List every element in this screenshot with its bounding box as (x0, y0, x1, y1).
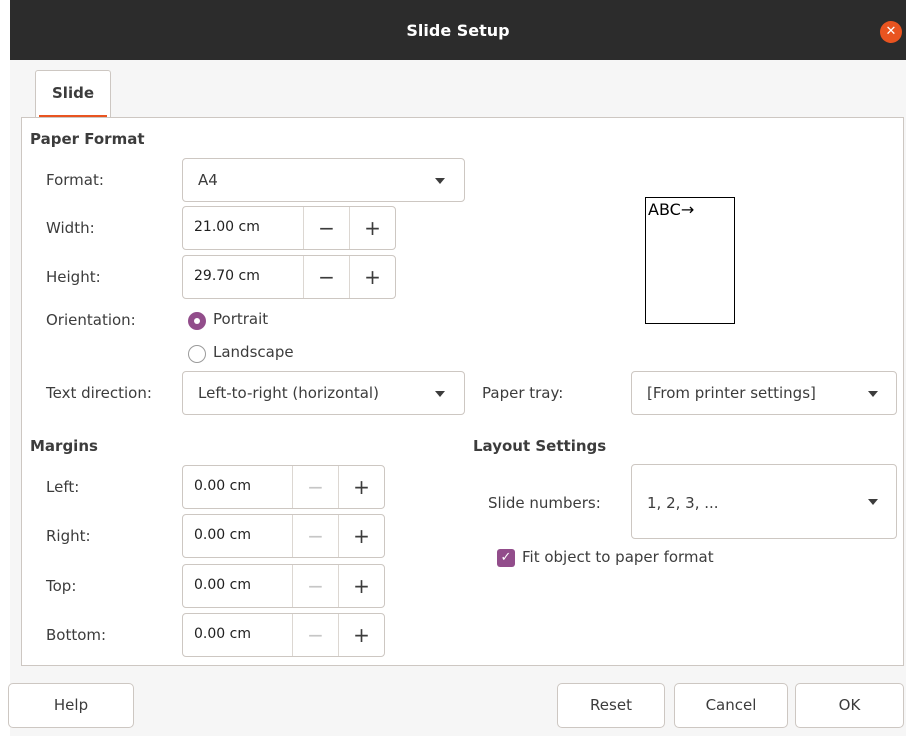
top-margin-decrease-button[interactable]: − (292, 565, 338, 607)
paper-format-heading: Paper Format (30, 130, 145, 148)
tab-slide[interactable]: Slide (35, 70, 111, 118)
portrait-label[interactable]: Portrait (213, 310, 268, 328)
top-margin-label: Top: (46, 577, 77, 595)
right-margin-value: 0.00 cm (194, 527, 251, 543)
fit-object-label[interactable]: Fit object to paper format (522, 548, 714, 566)
help-button[interactable]: Help (8, 683, 134, 728)
right-margin-label: Right: (46, 527, 91, 545)
bottom-margin-label: Bottom: (46, 626, 107, 644)
paper-tray-label: Paper tray: (482, 384, 564, 402)
slide-numbers-value: 1, 2, 3, ... (647, 494, 719, 512)
chevron-down-icon (435, 178, 445, 184)
height-value: 29.70 cm (194, 268, 260, 284)
bottom-margin-increase-button[interactable]: + (338, 614, 384, 656)
left-margin-decrease-button[interactable]: − (292, 466, 338, 508)
text-direction-value: Left-to-right (horizontal) (198, 384, 379, 402)
portrait-radio[interactable] (188, 312, 206, 330)
format-dropdown[interactable]: A4 (182, 158, 465, 202)
landscape-label[interactable]: Landscape (213, 343, 294, 361)
right-margin-decrease-button[interactable]: − (292, 515, 338, 557)
chevron-down-icon (868, 391, 878, 397)
preview-text: ABC→ (648, 200, 695, 219)
chevron-down-icon (868, 499, 878, 505)
bottom-margin-decrease-button[interactable]: − (292, 614, 338, 656)
left-margin-increase-button[interactable]: + (338, 466, 384, 508)
orientation-label: Orientation: (46, 311, 136, 329)
chevron-down-icon (435, 391, 445, 397)
layout-settings-heading: Layout Settings (473, 437, 607, 455)
dialog-title: Slide Setup (406, 21, 510, 40)
left-margin-spinbox[interactable]: 0.00 cm − + (182, 465, 385, 509)
format-value: A4 (198, 171, 218, 189)
height-increase-button[interactable]: + (349, 256, 395, 298)
right-margin-increase-button[interactable]: + (338, 515, 384, 557)
left-margin-label: Left: (46, 478, 80, 496)
page-preview: ABC→ (645, 197, 735, 324)
paper-tray-dropdown[interactable]: [From printer settings] (631, 371, 897, 415)
bottom-margin-spinbox[interactable]: 0.00 cm − + (182, 613, 385, 657)
format-label: Format: (46, 171, 104, 189)
width-label: Width: (46, 219, 95, 237)
cancel-button[interactable]: Cancel (674, 683, 788, 728)
bottom-margin-value: 0.00 cm (194, 626, 251, 642)
slide-numbers-label: Slide numbers: (488, 494, 601, 512)
close-icon[interactable]: ✕ (880, 21, 902, 43)
paper-tray-value: [From printer settings] (647, 384, 816, 402)
height-label: Height: (46, 268, 101, 286)
reset-button[interactable]: Reset (557, 683, 665, 728)
width-spinbox[interactable]: 21.00 cm − + (182, 206, 396, 250)
landscape-radio[interactable] (188, 345, 206, 363)
fit-object-checkbox[interactable]: ✓ (497, 549, 515, 567)
ok-button[interactable]: OK (795, 683, 904, 728)
slide-numbers-dropdown[interactable]: 1, 2, 3, ... (631, 464, 897, 539)
title-bar: Slide Setup ✕ (10, 0, 906, 60)
text-direction-dropdown[interactable]: Left-to-right (horizontal) (182, 371, 465, 415)
right-margin-spinbox[interactable]: 0.00 cm − + (182, 514, 385, 558)
text-direction-label: Text direction: (46, 384, 152, 402)
height-decrease-button[interactable]: − (303, 256, 349, 298)
width-increase-button[interactable]: + (349, 207, 395, 249)
height-spinbox[interactable]: 29.70 cm − + (182, 255, 396, 299)
width-decrease-button[interactable]: − (303, 207, 349, 249)
top-margin-increase-button[interactable]: + (338, 565, 384, 607)
top-margin-value: 0.00 cm (194, 577, 251, 593)
left-margin-value: 0.00 cm (194, 478, 251, 494)
top-margin-spinbox[interactable]: 0.00 cm − + (182, 564, 385, 608)
width-value: 21.00 cm (194, 219, 260, 235)
margins-heading: Margins (30, 437, 98, 455)
